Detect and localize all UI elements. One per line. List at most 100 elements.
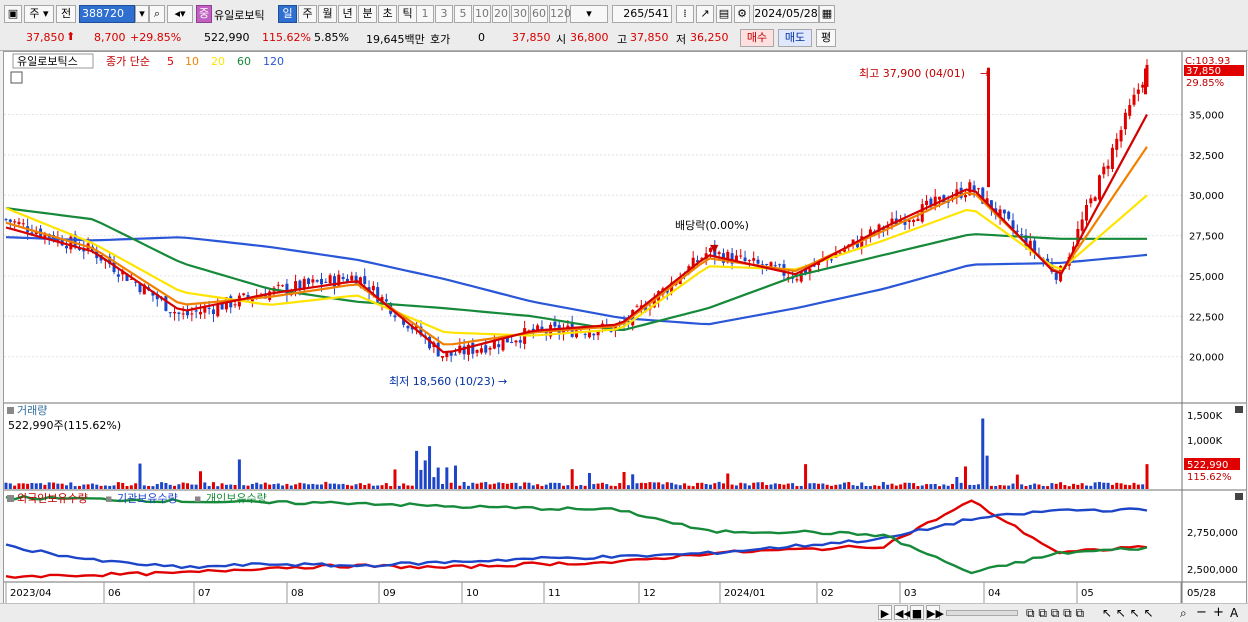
custom-interval[interactable]: ▾ — [570, 5, 608, 23]
zoom-out-icon[interactable]: − — [1196, 605, 1207, 620]
volume-bar — [428, 446, 432, 489]
window-icon[interactable]: ▣ — [4, 5, 22, 23]
hoga-value: 0 — [478, 31, 485, 44]
y-tick-label: 30,000 — [1189, 191, 1224, 202]
volume-bar — [860, 482, 864, 489]
interval-button-30[interactable]: 30 — [511, 5, 529, 23]
prev-button[interactable]: 전 — [56, 5, 76, 23]
candle-body — [635, 306, 639, 308]
volume-bar — [263, 482, 267, 489]
volume-bar — [536, 484, 540, 489]
search-icon[interactable]: ⌕ — [1180, 606, 1187, 621]
volume-label: 거래량 — [17, 404, 47, 417]
candle-body — [501, 338, 505, 351]
candle-body — [497, 344, 501, 348]
volume-bar — [782, 484, 786, 489]
avg-button[interactable]: 평 — [816, 29, 836, 47]
view-icons[interactable]: ⧉ ⧉ ⧉ ⧉ ⧉ — [1026, 606, 1084, 621]
candle-body — [164, 295, 168, 311]
candle-body — [328, 275, 332, 284]
sell-button[interactable]: 매도 — [778, 29, 812, 47]
holder-close-icon[interactable] — [1235, 493, 1243, 500]
forward-icon[interactable]: ▶▶ — [926, 605, 944, 620]
volume-bar — [963, 466, 967, 489]
play-icon[interactable]: ▶ — [878, 605, 892, 620]
code-dropdown-icon[interactable]: ▾ — [135, 5, 149, 23]
date-field[interactable]: 2024/05/28 — [753, 5, 819, 23]
zoom-in-icon[interactable]: + — [1213, 605, 1224, 620]
volume-panel-icon[interactable] — [7, 407, 14, 414]
period-tab-2[interactable]: 월 — [318, 5, 337, 23]
speaker-icon[interactable]: ◂▾ — [167, 5, 193, 23]
zoom-icons[interactable]: ↖ ↖ ↖ ↖ — [1102, 606, 1154, 620]
volume-bar — [194, 484, 198, 489]
period-tab-4[interactable]: 분 — [358, 5, 377, 23]
candle-body — [1080, 219, 1084, 231]
volume-value: 522,990 — [204, 31, 250, 44]
interval-button-60[interactable]: 60 — [530, 5, 548, 23]
candle-body — [1110, 147, 1114, 169]
volume-bar — [39, 483, 43, 489]
price-value: 37,850 — [26, 31, 65, 44]
pct-tag: 29.85% — [1186, 78, 1224, 89]
volume-bar — [285, 483, 289, 489]
fit-icon[interactable]: ⁞ — [676, 5, 694, 23]
text-icon[interactable]: A — [1230, 606, 1238, 620]
volume-bar — [855, 485, 859, 489]
volume-bar — [203, 482, 207, 489]
draw-icon[interactable]: ↗ — [696, 5, 714, 23]
volume-bar — [817, 483, 821, 489]
calendar-icon[interactable]: ▦ — [819, 5, 835, 23]
interval-button-3[interactable]: 3 — [435, 5, 453, 23]
candle-body — [371, 285, 375, 291]
buy-button[interactable]: 매수 — [740, 29, 774, 47]
count-field[interactable]: 265/541 — [612, 5, 672, 23]
open-value: 36,800 — [570, 31, 609, 44]
volume-bar — [151, 486, 155, 489]
interval-button-5[interactable]: 5 — [454, 5, 472, 23]
interval-button-20[interactable]: 20 — [492, 5, 510, 23]
period-tab-1[interactable]: 주 — [298, 5, 317, 23]
period-tab-5[interactable]: 초 — [378, 5, 397, 23]
volume-close-icon[interactable] — [1235, 406, 1243, 413]
volume-bar — [972, 484, 976, 489]
period-tab-0[interactable]: 일 — [278, 5, 297, 23]
amount-value: 19,645백만 — [366, 33, 425, 46]
period-tab-6[interactable]: 틱 — [398, 5, 417, 23]
candle-body — [233, 304, 237, 306]
volume-bar — [294, 484, 298, 489]
volume-bar — [998, 485, 1002, 489]
interval-button-120[interactable]: 120 — [549, 5, 571, 23]
scroll-track[interactable] — [946, 610, 1018, 616]
candle-body — [190, 313, 194, 315]
candle-body — [311, 279, 315, 283]
interval-button-10[interactable]: 10 — [473, 5, 491, 23]
ma-legend-60: 60 — [237, 55, 251, 68]
volume-bar — [501, 483, 505, 489]
interval-button-1[interactable]: 1 — [416, 5, 434, 23]
market-select[interactable]: 주 ▾ — [24, 5, 54, 23]
candle-body — [518, 340, 522, 343]
volume-bar — [458, 485, 462, 489]
ma-legend-10: 10 — [185, 55, 199, 68]
rewind-icon[interactable]: ◀◀ — [894, 605, 912, 620]
grid-toggle-icon[interactable] — [10, 71, 23, 84]
volume-bar — [116, 482, 120, 489]
code-input[interactable]: 388720 — [79, 5, 135, 23]
volume-bar — [211, 482, 215, 489]
holder-panel-icon[interactable] — [7, 495, 14, 502]
holder-axis-2500000: 2,500,000 — [1187, 565, 1238, 576]
period-tab-3[interactable]: 년 — [338, 5, 357, 23]
volume-bar — [237, 459, 241, 489]
volume-bar — [419, 469, 423, 489]
chart-area[interactable]: 35,000 32,500 30,000 27,500 25,000 22,500 20,0… — [3, 51, 1247, 605]
save-icon[interactable]: ▤ — [716, 5, 732, 23]
gear-icon[interactable]: ⚙ — [734, 5, 750, 23]
volume-bar — [933, 483, 937, 489]
stop-icon[interactable]: ■ — [910, 605, 924, 620]
volume-bar — [626, 485, 630, 489]
volume-bar — [1024, 486, 1028, 489]
volume-bar — [142, 485, 146, 489]
search-icon[interactable]: ⌕ — [149, 5, 165, 23]
volume-bar — [233, 484, 237, 489]
